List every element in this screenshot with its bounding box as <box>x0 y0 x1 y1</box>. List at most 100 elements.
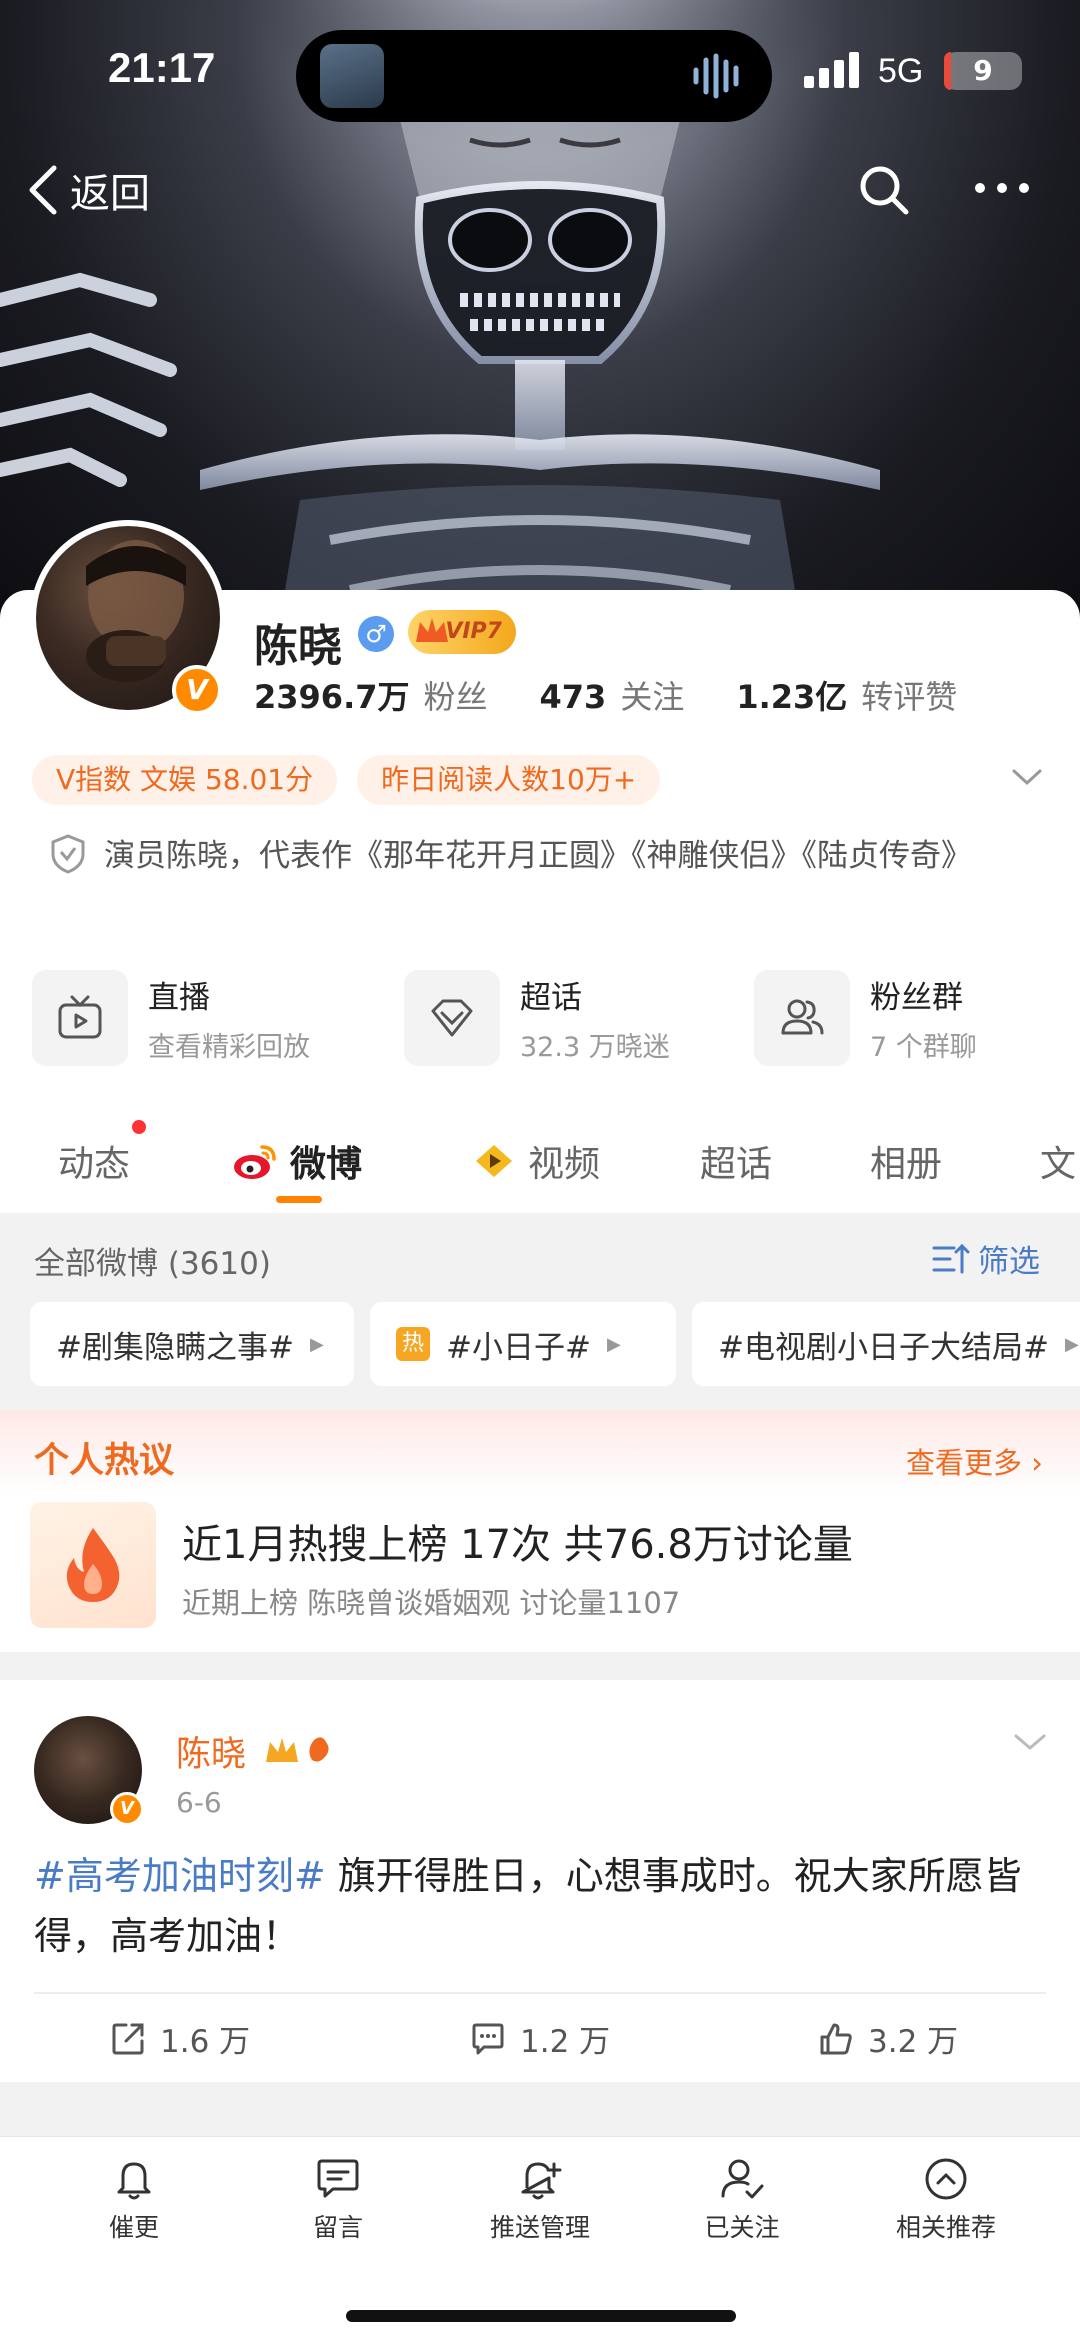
topic-chip-label: #电视剧小日子大结局# <box>718 1329 1049 1366</box>
tab-updates[interactable]: 动态 <box>58 1135 130 1187</box>
recommendations-button[interactable]: 相关推荐 <box>866 2156 1026 2244</box>
post-actions: 1.6 万 1.2 万 3.2 万 <box>0 2004 1080 2074</box>
interactions-count: 1.23亿 <box>736 678 848 716</box>
crown-icon <box>266 1737 329 1762</box>
hot-search-summary: 近1月热搜上榜 17次 共76.8万讨论量 <box>182 1522 853 1568</box>
following-button[interactable]: 已关注 <box>662 2156 822 2244</box>
chevron-left-icon <box>29 165 57 215</box>
comment-button[interactable]: 1.2 万 <box>470 2016 610 2061</box>
see-more-link[interactable]: 查看更多 › <box>906 1440 1043 1482</box>
repost-icon <box>112 2023 144 2054</box>
push-settings-label: 推送管理 <box>489 2213 590 2242</box>
feature-fan-group[interactable]: 粉丝群 7 个群聊 <box>754 968 977 1068</box>
tab-album-label: 相册 <box>870 1144 943 1185</box>
back-button[interactable]: 返回 <box>24 160 150 220</box>
status-bar: 21:17 5G 9 <box>0 0 1080 140</box>
fans-label[interactable]: 粉丝 <box>424 672 488 718</box>
user-check-icon <box>721 2159 764 2199</box>
v-index-badge[interactable]: V指数 文娱 58.01分 <box>32 755 338 805</box>
message-label: 留言 <box>312 2213 363 2242</box>
tab-articles-label: 文 <box>1040 1144 1077 1185</box>
filter-button[interactable]: 筛选 <box>932 1236 1040 1281</box>
topic-chip-label: #小日子# <box>446 1329 591 1366</box>
tab-album[interactable]: 相册 <box>870 1135 942 1187</box>
more-icon[interactable] <box>972 176 1032 200</box>
following-label: 已关注 <box>704 2213 780 2242</box>
interactions-label: 转评赞 <box>861 678 958 716</box>
tab-updates-label: 动态 <box>58 1144 131 1185</box>
chevron-right-icon: ▶ <box>309 1333 324 1355</box>
tv-icon <box>58 995 102 1039</box>
chevron-up-circle-icon <box>925 2158 967 2200</box>
message-icon <box>317 2159 359 2198</box>
feature-live-subtitle: 查看精彩回放 <box>148 1032 310 1063</box>
verified-badge: V <box>172 665 222 715</box>
remind-update-label: 催更 <box>108 2213 159 2242</box>
comment-icon <box>472 2023 504 2054</box>
profile-badges: V指数 文娱 58.01分 昨日阅读人数10万+ <box>32 755 680 805</box>
verified-badge: V <box>110 1792 144 1826</box>
profile-tabs: 动态 微博 视频 超话 相册 文 <box>0 1105 1080 1213</box>
battery-percent: 9 <box>973 54 993 87</box>
like-count: 3.2 万 <box>868 2024 959 2060</box>
remind-update-button[interactable]: 催更 <box>54 2156 214 2244</box>
like-button[interactable]: 3.2 万 <box>818 2016 958 2061</box>
chevron-right-icon: ▶ <box>1064 1333 1079 1355</box>
feed-count: 全部微博 (3610) <box>34 1246 271 1282</box>
repost-button[interactable]: 1.6 万 <box>110 2016 250 2061</box>
feature-supertopic[interactable]: 超话 32.3 万晓迷 <box>404 968 670 1068</box>
following-label[interactable]: 关注 <box>620 672 684 718</box>
message-button[interactable]: 留言 <box>258 2156 418 2244</box>
battery-icon: 9 <box>944 52 1022 90</box>
chevron-down-icon[interactable] <box>1010 765 1044 789</box>
profile-stats: 2396.7万 粉丝 473 关注 1.23亿 转评赞 <box>254 672 1009 716</box>
topic-chip[interactable]: 热 #小日子# ▶ <box>370 1302 676 1386</box>
push-settings-button[interactable]: 推送管理 <box>460 2156 620 2244</box>
tab-weibo-label: 微博 <box>290 1144 363 1185</box>
weibo-logo-icon <box>234 1145 276 1179</box>
tab-video-label: 视频 <box>528 1144 601 1185</box>
comment-count: 1.2 万 <box>520 2024 611 2060</box>
hot-search-detail: 近期上榜 陈晓曾谈婚姻观 讨论量1107 <box>182 1586 681 1620</box>
reads-badge[interactable]: 昨日阅读人数10万+ <box>357 755 661 805</box>
feature-supertopic-subtitle: 32.3 万晓迷 <box>520 1032 670 1063</box>
topic-chip-label: #剧集隐瞒之事# <box>56 1329 294 1366</box>
network-type: 5G <box>878 52 924 90</box>
feature-live[interactable]: 直播 查看精彩回放 <box>32 968 310 1068</box>
tab-video[interactable]: 视频 <box>470 1135 600 1187</box>
following-count[interactable]: 473 <box>540 678 607 716</box>
tab-weibo[interactable]: 微博 <box>232 1135 362 1187</box>
repost-count: 1.6 万 <box>160 2024 251 2060</box>
bell-plus-icon <box>521 2162 562 2200</box>
bell-icon <box>117 2162 151 2200</box>
profile-name: 陈晓 <box>254 621 342 672</box>
feature-supertopic-title: 超话 <box>520 980 582 1016</box>
recommendations-label: 相关推荐 <box>895 2213 996 2242</box>
vip-badge[interactable]: VIP7 <box>408 610 516 654</box>
feature-fan-group-title: 粉丝群 <box>870 980 963 1016</box>
chevron-down-icon[interactable] <box>1012 1730 1048 1754</box>
group-icon <box>781 999 824 1035</box>
tab-supertopic[interactable]: 超话 <box>700 1135 772 1187</box>
now-playing-thumbnail <box>320 44 384 108</box>
topic-chip[interactable]: #剧集隐瞒之事# ▶ <box>30 1302 354 1386</box>
filter-icon <box>932 1243 970 1273</box>
home-indicator[interactable] <box>346 2310 736 2322</box>
feature-live-title: 直播 <box>148 980 210 1016</box>
hot-tag-icon: 热 <box>396 1327 430 1361</box>
tab-articles[interactable]: 文 <box>1040 1135 1076 1187</box>
feature-row: 直播 查看精彩回放 超话 32.3 万晓迷 粉丝群 7 个群聊 <box>32 968 1052 1068</box>
filter-label: 筛选 <box>978 1244 1040 1280</box>
tab-supertopic-label: 超话 <box>700 1144 773 1185</box>
fans-count[interactable]: 2396.7万 <box>254 672 410 718</box>
crown-icon <box>416 618 448 642</box>
diamond-icon <box>431 999 473 1037</box>
search-icon[interactable] <box>858 164 910 216</box>
dynamic-island <box>296 30 772 122</box>
post-author-name[interactable]: 陈晓 <box>176 1726 246 1777</box>
profile-bio: 演员陈晓，代表作《那年花开月正圆》《神雕侠侣》《陆贞传奇》 <box>104 838 972 874</box>
status-time: 21:17 <box>108 44 216 91</box>
post-topic-link[interactable]: #高考加油时刻# <box>34 1854 326 1898</box>
topic-chip[interactable]: #电视剧小日子大结局# ▶ <box>692 1302 1080 1386</box>
thumbs-up-icon <box>820 2023 852 2054</box>
